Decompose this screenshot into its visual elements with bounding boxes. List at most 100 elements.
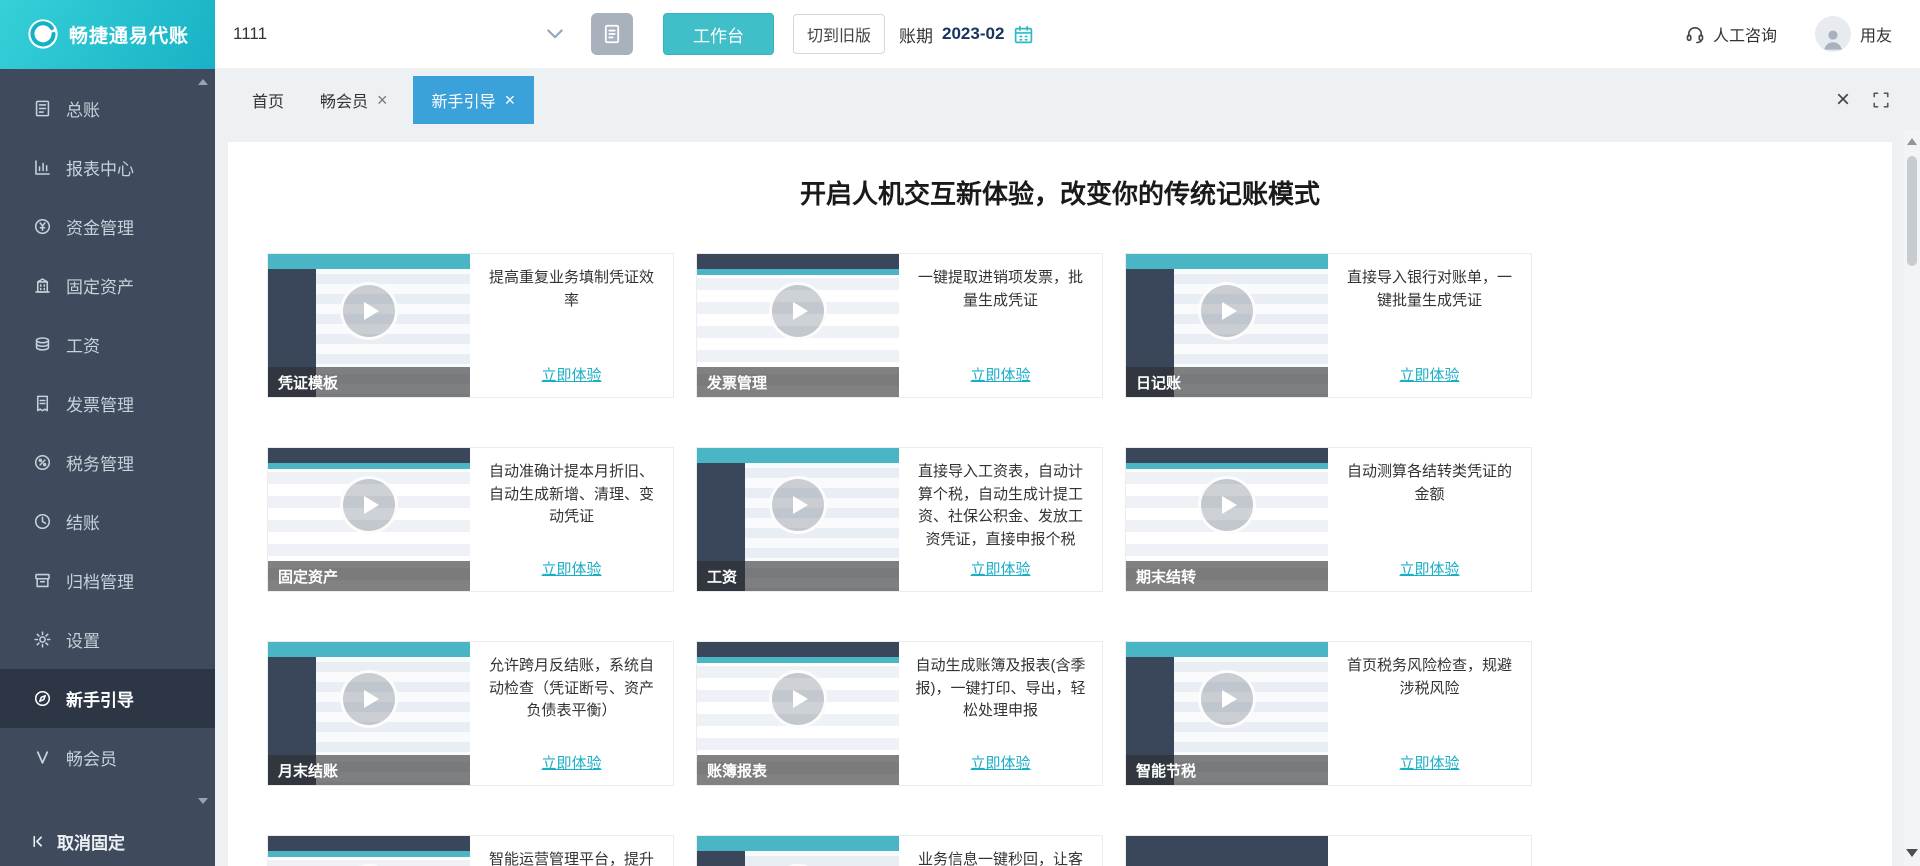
video-thumbnail[interactable] xyxy=(1126,836,1328,866)
sidebar-item-general-ledger[interactable]: 总账 xyxy=(0,79,215,138)
sidebar-item-fixed-assets[interactable]: 固定资产 xyxy=(0,256,215,315)
scrollbar-thumb[interactable] xyxy=(1907,156,1917,266)
fixed-assets-icon xyxy=(35,278,50,293)
tab-close-icon[interactable]: × xyxy=(505,91,516,109)
play-icon xyxy=(793,301,808,320)
try-now-link[interactable]: 立即体验 xyxy=(1399,364,1459,385)
period-value[interactable]: 2023-02 xyxy=(942,24,1004,44)
tab-actions: × xyxy=(1836,86,1890,114)
sidebar-item-label: 归档管理 xyxy=(66,573,134,592)
sidebar-item-label: 报表中心 xyxy=(66,160,134,179)
video-card-grid: 凭证模板 提高重复业务填制凭证效率 立即体验 发票管理 一键提取进销项发票，批量… xyxy=(267,253,1892,866)
card-text: 智能运营管理平台，提升 立即体验 xyxy=(470,836,673,866)
sidebar-item-funds[interactable]: 资金管理 xyxy=(0,197,215,256)
try-now-link[interactable]: 立即体验 xyxy=(541,558,601,579)
try-now-link[interactable]: 立即体验 xyxy=(541,752,601,773)
brand-logo-area: 畅捷通易代账 xyxy=(0,0,215,69)
try-now-link[interactable]: 立即体验 xyxy=(970,752,1030,773)
report-icon xyxy=(35,160,50,175)
sidebar-scroll-down-arrow[interactable] xyxy=(198,798,208,804)
avatar xyxy=(1814,16,1851,52)
video-thumbnail[interactable] xyxy=(697,836,899,866)
video-thumbnail[interactable]: 月末结账 xyxy=(268,642,470,785)
sidebar-item-salary[interactable]: 工资 xyxy=(0,315,215,374)
play-icon xyxy=(364,689,379,708)
play-button[interactable] xyxy=(1198,281,1256,340)
card-partial-1: 智能运营管理平台，提升 立即体验 xyxy=(267,835,674,866)
user-icon xyxy=(1824,30,1842,50)
switch-old-version-button[interactable]: 切到旧版 xyxy=(793,14,886,54)
try-now-link[interactable]: 立即体验 xyxy=(970,558,1030,579)
tab-home[interactable]: 首页 xyxy=(241,76,295,124)
try-now-link[interactable]: 立即体验 xyxy=(541,364,601,385)
close-icon[interactable]: × xyxy=(1836,86,1850,114)
card-description: 首页税务风险检查，规避涉税风险 xyxy=(1346,657,1512,697)
video-thumbnail[interactable]: 固定资产 xyxy=(268,448,470,591)
play-button[interactable] xyxy=(1198,669,1256,728)
card-month-end-closing: 月末结账 允许跨月反结账，系统自动检查（凭证断号、资产负债表平衡） 立即体验 xyxy=(267,641,674,786)
card-text: 自动测算各结转类凭证的金额 立即体验 xyxy=(1328,448,1531,591)
sidebar-item-label: 资金管理 xyxy=(66,219,134,238)
clipboard-icon xyxy=(604,24,620,44)
user-menu[interactable]: 用友 xyxy=(1814,16,1892,52)
video-thumbnail[interactable]: 发票管理 xyxy=(697,254,899,397)
page-title: 开启人机交互新体验，改变你的传统记账模式 xyxy=(799,179,1320,209)
play-button[interactable] xyxy=(769,475,827,534)
video-thumbnail[interactable]: 凭证模板 xyxy=(268,254,470,397)
play-button[interactable] xyxy=(1198,475,1256,534)
calendar-icon[interactable] xyxy=(1013,24,1034,45)
tab-close-icon[interactable]: × xyxy=(377,91,388,109)
video-thumbnail[interactable] xyxy=(268,836,470,866)
sidebar-item-guide[interactable]: 新手引导 xyxy=(0,669,215,728)
sidebar-item-report-center[interactable]: 报表中心 xyxy=(0,138,215,197)
unpin-sidebar-button[interactable]: 取消固定 xyxy=(0,816,215,866)
main-scrollbar[interactable] xyxy=(1904,130,1920,866)
card-description: 自动准确计提本月折旧、自动生成新增、清理、变动凭证 xyxy=(488,463,654,525)
card-period-end-carryover: 期末结转 自动测算各结转类凭证的金额 立即体验 xyxy=(1125,447,1532,592)
try-now-link[interactable]: 立即体验 xyxy=(970,364,1030,385)
sidebar-scroll-up-arrow[interactable] xyxy=(198,79,208,85)
video-label: 期末结转 xyxy=(1126,561,1328,591)
card-description: 直接导入银行对账单，一键批量生成凭证 xyxy=(1346,269,1512,309)
card-fixed-assets: 固定资产 自动准确计提本月折旧、自动生成新增、清理、变动凭证 立即体验 xyxy=(267,447,674,592)
try-now-link[interactable]: 立即体验 xyxy=(1399,752,1459,773)
play-button[interactable] xyxy=(340,475,398,534)
play-button[interactable] xyxy=(769,281,827,340)
card-text: 一键提取进销项发票，批量生成凭证 立即体验 xyxy=(899,254,1102,397)
ledger-icon xyxy=(35,100,50,117)
tab-label: 新手引导 xyxy=(431,93,496,111)
clipboard-button[interactable] xyxy=(591,13,633,55)
period-label: 账期 xyxy=(899,26,934,46)
play-button[interactable] xyxy=(340,281,398,340)
tab-guide[interactable]: 新手引导 × xyxy=(412,75,535,124)
account-select[interactable]: 1111 xyxy=(233,13,563,55)
support-button[interactable]: 人工咨询 xyxy=(1685,22,1777,46)
scroll-down-arrow[interactable] xyxy=(1906,849,1918,857)
sidebar-item-archive[interactable]: 归档管理 xyxy=(0,551,215,610)
video-thumbnail[interactable]: 账簿报表 xyxy=(697,642,899,785)
scroll-up-arrow[interactable] xyxy=(1907,138,1917,145)
guide-panel: 开启人机交互新体验，改变你的传统记账模式 凭证模板 提高重复业务填制凭证效率 立… xyxy=(228,142,1892,866)
tab-member[interactable]: 畅会员 × xyxy=(309,76,399,124)
fullscreen-icon[interactable] xyxy=(1872,91,1890,109)
sidebar-item-member[interactable]: 畅会员 xyxy=(0,728,215,787)
play-button[interactable] xyxy=(769,669,827,728)
play-icon xyxy=(364,495,379,514)
video-thumbnail[interactable]: 智能节税 xyxy=(1126,642,1328,785)
video-thumbnail[interactable]: 期末结转 xyxy=(1126,448,1328,591)
sidebar-item-tax[interactable]: 税务管理 xyxy=(0,433,215,492)
video-thumbnail[interactable]: 日记账 xyxy=(1126,254,1328,397)
sidebar-item-closing[interactable]: 结账 xyxy=(0,492,215,551)
invoice-icon xyxy=(36,395,49,412)
settings-icon xyxy=(34,631,51,648)
sidebar-item-invoice[interactable]: 发票管理 xyxy=(0,374,215,433)
card-invoice-management: 发票管理 一键提取进销项发票，批量生成凭证 立即体验 xyxy=(696,253,1103,398)
play-button[interactable] xyxy=(340,669,398,728)
guide-icon xyxy=(34,690,51,707)
play-icon xyxy=(793,495,808,514)
video-label: 月末结账 xyxy=(268,755,470,785)
workbench-button[interactable]: 工作台 xyxy=(663,13,774,55)
video-thumbnail[interactable]: 工资 xyxy=(697,448,899,591)
sidebar-item-settings[interactable]: 设置 xyxy=(0,610,215,669)
try-now-link[interactable]: 立即体验 xyxy=(1399,558,1459,579)
